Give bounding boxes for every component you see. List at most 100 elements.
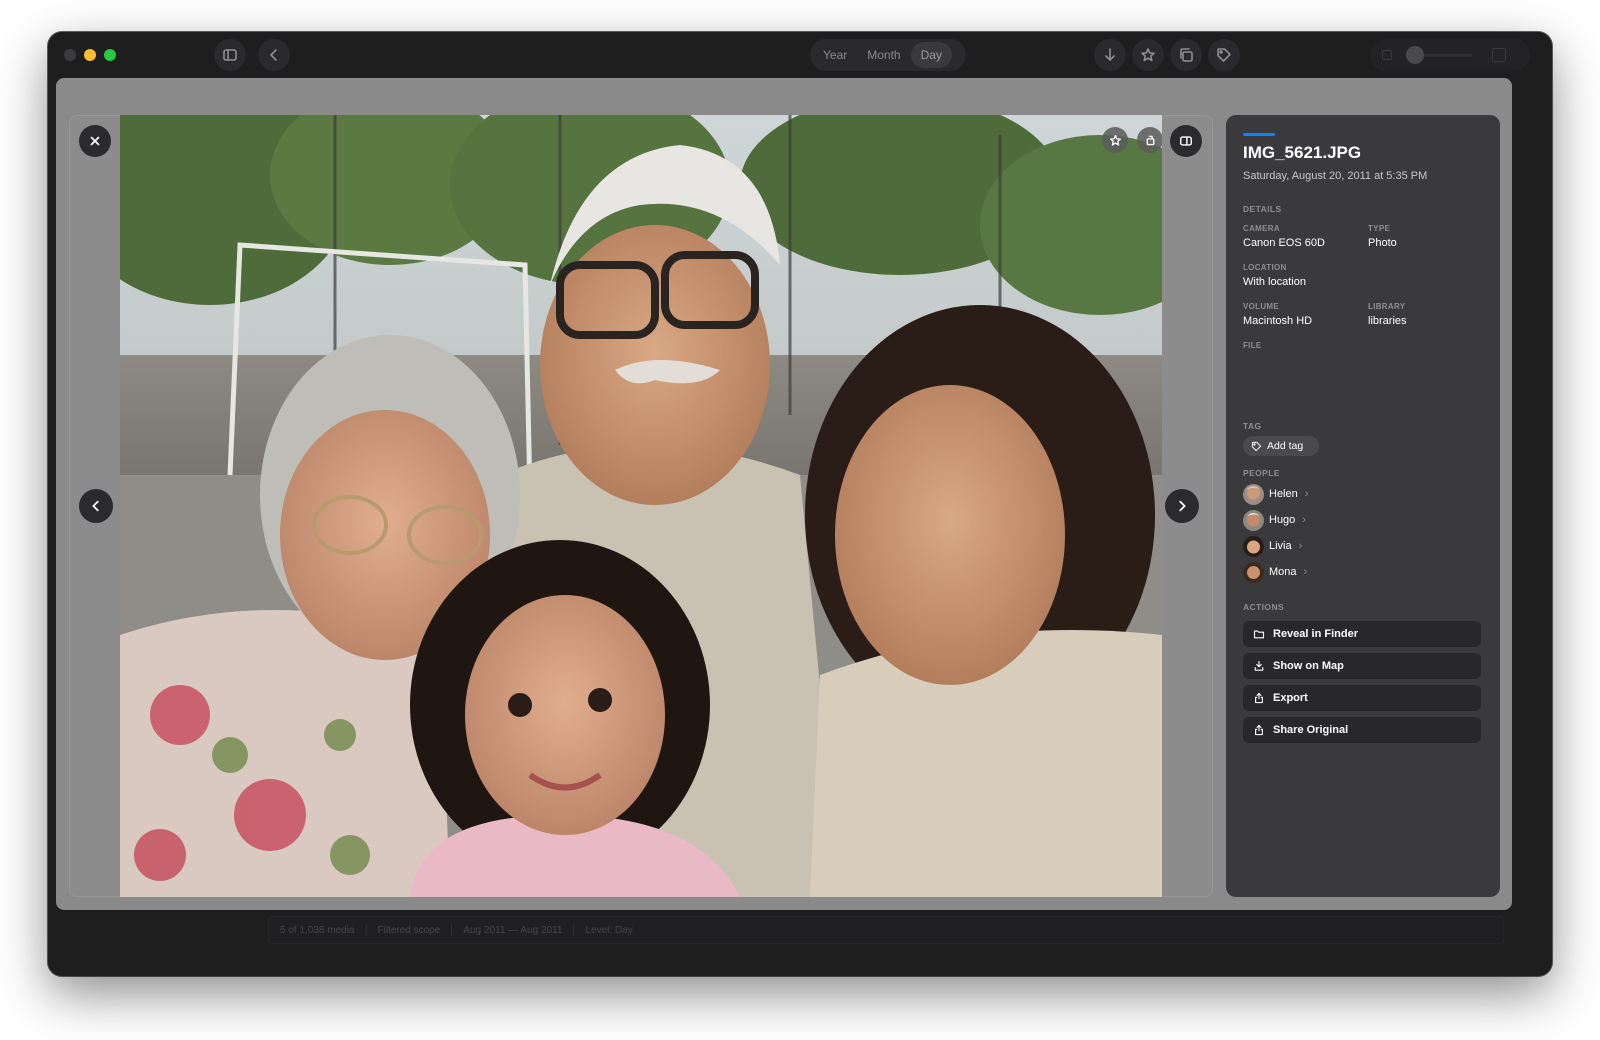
library-value: libraries — [1368, 315, 1407, 327]
action-label: Share Original — [1273, 724, 1349, 736]
info-panel: IMG_5621.JPG Saturday, August 20, 2011 a… — [1226, 115, 1500, 897]
view-level-segmented-control: Year Month Day — [810, 39, 966, 71]
library-label: LIBRARY — [1368, 302, 1406, 311]
person-hugo[interactable]: Hugo › — [1243, 509, 1306, 531]
camera-label: CAMERA — [1243, 224, 1280, 233]
tag-icon — [1217, 48, 1231, 62]
favorite-button[interactable] — [1132, 39, 1164, 71]
duplicate-button[interactable] — [1170, 39, 1202, 71]
person-livia[interactable]: Livia › — [1243, 535, 1302, 557]
person-mona[interactable]: Mona › — [1243, 561, 1307, 583]
toggle-info-panel-button[interactable] — [1170, 125, 1202, 157]
chevron-right-icon: › — [1303, 566, 1308, 578]
info-panel-toggle-icon — [1180, 136, 1192, 146]
minimize-window-button[interactable] — [84, 49, 96, 61]
previous-photo-button[interactable] — [79, 489, 113, 523]
previous-chevron-icon — [92, 500, 99, 512]
reveal-in-finder-button[interactable]: Reveal in Finder — [1243, 621, 1481, 647]
window-controls — [64, 49, 116, 61]
chevron-right-icon: › — [1298, 540, 1303, 552]
zoom-window-button[interactable] — [104, 49, 116, 61]
divider — [365, 924, 367, 936]
level-status: Level: Day — [585, 924, 633, 936]
status-bar: 5 of 1,038 media Filtered scope Aug 2011… — [268, 916, 1504, 944]
segment-year[interactable]: Year — [813, 42, 857, 68]
volume-label: VOLUME — [1243, 302, 1280, 311]
tag-icon — [1251, 441, 1262, 451]
next-chevron-icon — [1179, 500, 1186, 512]
sidebar-toggle-button[interactable] — [214, 39, 246, 71]
avatar — [1243, 509, 1264, 531]
add-tag-label: Add tag — [1267, 440, 1304, 452]
avatar — [1243, 483, 1264, 505]
tag-button[interactable] — [1208, 39, 1240, 71]
person-name: Mona — [1269, 566, 1297, 578]
date-range: Aug 2011 — Aug 2011 — [463, 924, 563, 936]
add-tag-button[interactable]: Add tag — [1243, 436, 1319, 456]
family-portrait-image — [120, 115, 1162, 897]
toolbar: Year Month Day — [48, 32, 1552, 78]
share-icon — [1255, 724, 1263, 736]
zoom-out-icon — [1382, 50, 1392, 60]
actions-heading: ACTIONS — [1243, 602, 1285, 612]
avatar — [1243, 561, 1264, 583]
content-area: IMG_5621.JPG Saturday, August 20, 2011 a… — [56, 78, 1512, 910]
share-original-button[interactable]: Share Original — [1243, 717, 1481, 743]
duplicate-icon — [1180, 48, 1193, 62]
photo-favorite-button[interactable] — [1102, 127, 1128, 153]
download-button[interactable] — [1094, 39, 1126, 71]
share-icon — [1255, 692, 1263, 704]
file-label: FILE — [1243, 341, 1262, 350]
person-helen[interactable]: Helen › — [1243, 483, 1308, 505]
capture-date: Saturday, August 20, 2011 at 5:35 PM — [1243, 170, 1428, 182]
file-name: IMG_5621.JPG — [1243, 143, 1362, 162]
segment-day[interactable]: Day — [910, 42, 952, 68]
close-viewer-button[interactable] — [79, 125, 111, 157]
back-button[interactable] — [258, 39, 290, 71]
accent-bar — [1243, 133, 1275, 136]
person-name: Hugo — [1269, 514, 1296, 526]
action-label: Export — [1273, 692, 1308, 704]
camera-value: Canon EOS 60D — [1243, 237, 1325, 249]
photo-viewer — [69, 115, 1213, 897]
show-on-map-button[interactable]: Show on Map — [1243, 653, 1481, 679]
scope-status: Filtered scope — [377, 924, 441, 936]
rotate-icon — [1146, 135, 1154, 145]
segment-month[interactable]: Month — [857, 42, 910, 68]
map-pin-icon — [1254, 660, 1264, 671]
volume-value: Macintosh HD — [1243, 315, 1313, 327]
people-heading: PEOPLE — [1243, 468, 1280, 478]
star-icon — [1141, 48, 1155, 62]
folder-icon — [1253, 630, 1265, 639]
zoom-thumb[interactable] — [1406, 46, 1424, 64]
back-chevron-icon — [270, 49, 277, 61]
zoom-slider[interactable] — [1370, 39, 1530, 71]
type-value: Photo — [1368, 237, 1397, 249]
media-count: 5 of 1,038 media — [280, 924, 355, 936]
close-window-button[interactable] — [64, 49, 76, 61]
export-button[interactable]: Export — [1243, 685, 1481, 711]
chevron-right-icon: › — [1302, 514, 1306, 526]
divider — [451, 924, 453, 936]
location-label: LOCATION — [1243, 263, 1287, 272]
photo[interactable] — [120, 115, 1162, 897]
close-icon — [90, 136, 100, 146]
tag-heading: TAG — [1243, 421, 1262, 431]
type-label: TYPE — [1368, 224, 1391, 233]
divider — [573, 924, 575, 936]
location-value: With location — [1243, 276, 1306, 288]
action-label: Reveal in Finder — [1273, 628, 1358, 640]
sidebar-toggle-icon — [223, 49, 237, 61]
next-photo-button[interactable] — [1165, 489, 1199, 523]
person-name: Helen — [1269, 488, 1298, 500]
zoom-in-icon — [1492, 48, 1506, 62]
action-label: Show on Map — [1273, 660, 1344, 672]
photo-rotate-button[interactable] — [1137, 127, 1162, 153]
download-icon — [1105, 48, 1115, 61]
chevron-right-icon: › — [1304, 488, 1309, 500]
avatar — [1243, 535, 1264, 557]
person-name: Livia — [1269, 540, 1292, 552]
details-heading: DETAILS — [1243, 204, 1282, 214]
favorite-star-icon — [1109, 134, 1121, 146]
app-window: Year Month Day IMG_5621.JPG Saturday, Au… — [48, 32, 1552, 976]
